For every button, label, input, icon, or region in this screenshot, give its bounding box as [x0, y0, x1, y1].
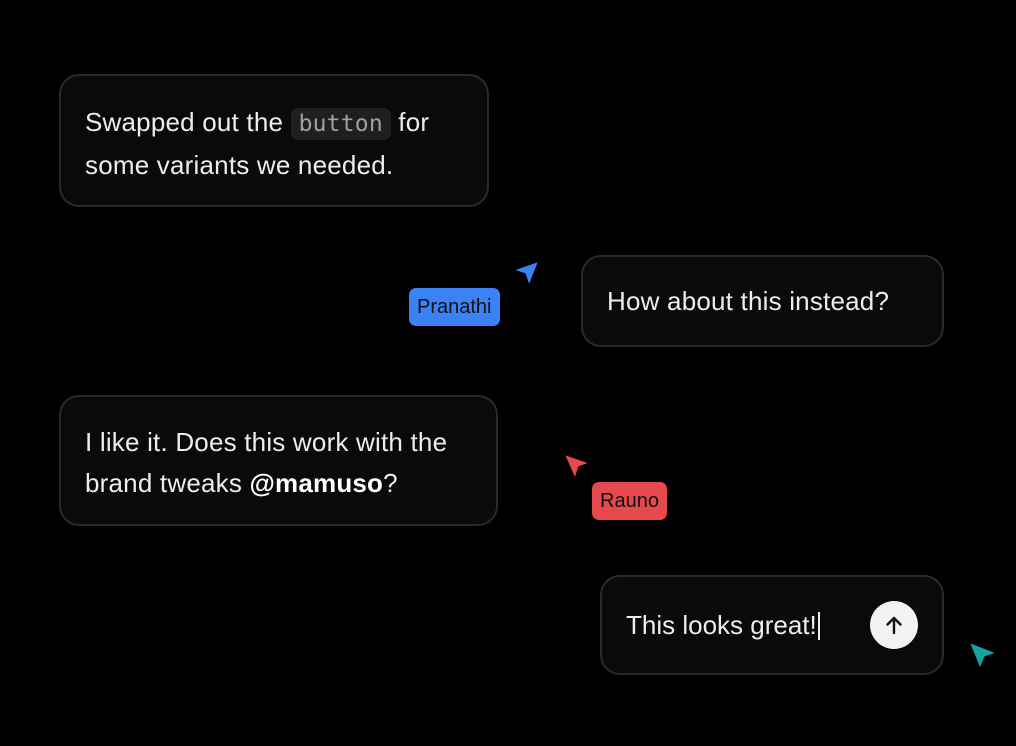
- collaborator-name-tag: Rauno: [592, 482, 667, 520]
- message-input-value: This looks great!: [626, 610, 817, 640]
- text-caret: [817, 612, 820, 640]
- inline-code: button: [290, 108, 391, 140]
- message-text: How about this instead?: [607, 286, 890, 316]
- message-composer[interactable]: This looks great!: [600, 575, 944, 675]
- send-button[interactable]: [870, 601, 918, 649]
- message-text: ?: [383, 468, 398, 498]
- arrow-up-icon: [886, 616, 902, 635]
- chat-message-bubble: I like it. Does this work with the brand…: [59, 395, 498, 526]
- collaborator-name-tag: Pranathi: [409, 288, 500, 326]
- collaborator-cursor-icon: [563, 453, 591, 480]
- chat-message-bubble: Swapped out the button for some variants…: [59, 74, 489, 207]
- chat-message-bubble: How about this instead?: [581, 255, 944, 347]
- user-mention[interactable]: @mamuso: [249, 468, 383, 498]
- collaborator-cursor-icon: [512, 260, 540, 287]
- message-text: Swapped out the: [85, 107, 291, 137]
- collaborator-cursor-icon: [968, 641, 998, 670]
- message-input[interactable]: This looks great!: [626, 607, 820, 643]
